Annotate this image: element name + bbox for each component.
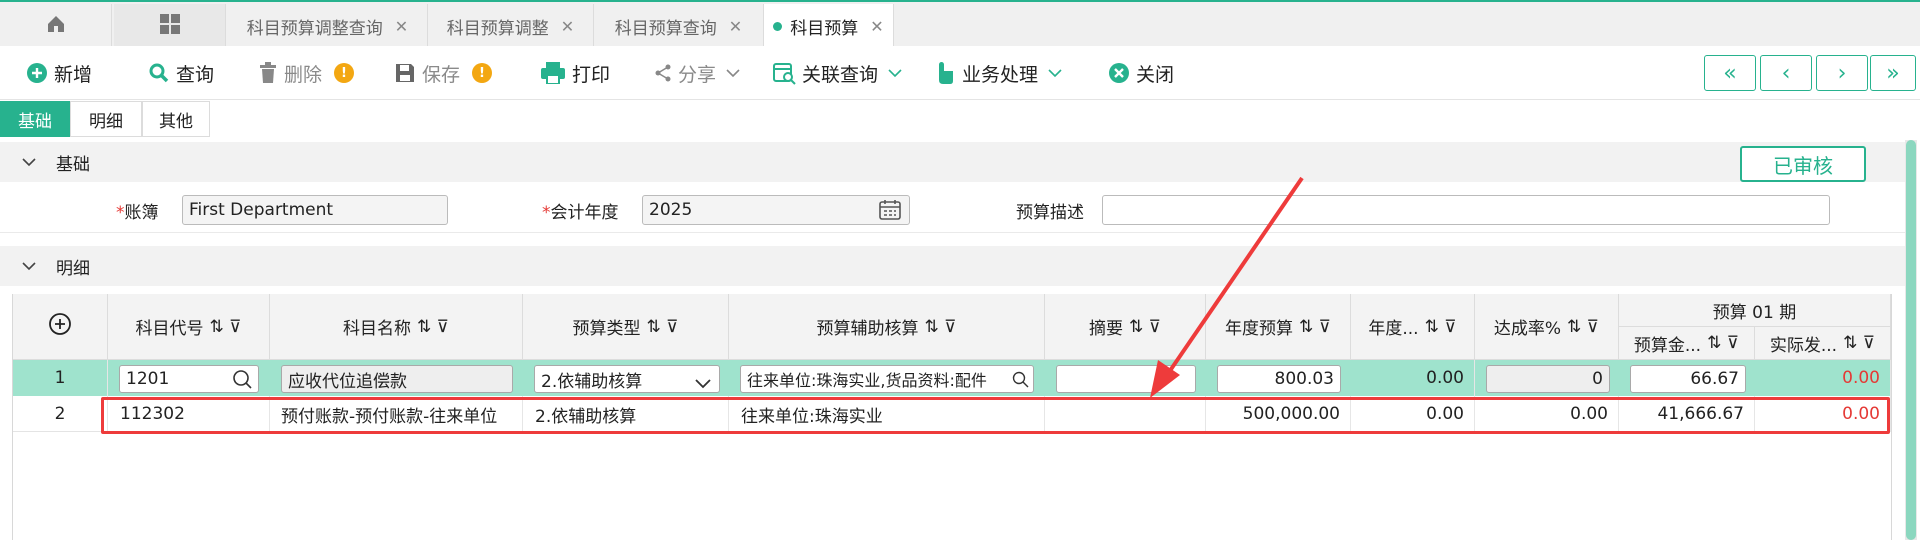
annotation-arrow-icon [1150,176,1304,398]
scrollbar-thumb[interactable] [1906,140,1916,540]
